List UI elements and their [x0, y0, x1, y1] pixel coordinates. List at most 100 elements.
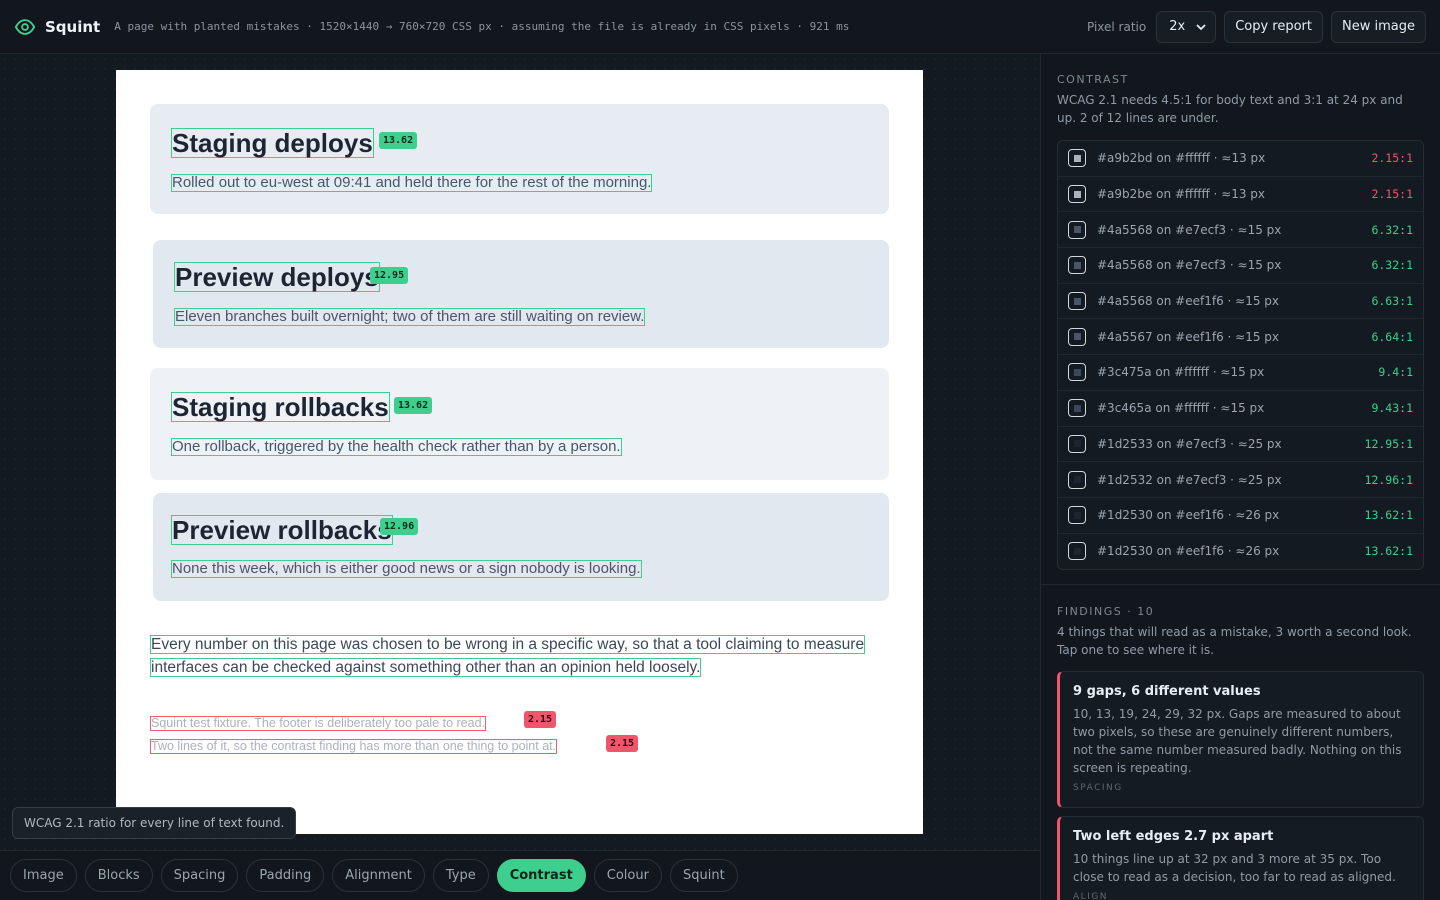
eye-icon [14, 18, 36, 35]
contrast-badge[interactable]: 13.62 [394, 397, 433, 414]
contrast-row-label: #3c465a on #ffffff · ≈15 px [1097, 401, 1265, 416]
tab-colour[interactable]: Colour [593, 859, 662, 892]
findings-description: 4 things that will read as a mistake, 3 … [1057, 625, 1412, 657]
card-body[interactable]: None this week, which is either good new… [171, 560, 642, 578]
top-bar: Squint A page with planted mistakes · 15… [0, 0, 1440, 54]
contrast-badge[interactable]: 12.96 [380, 518, 419, 535]
contrast-row[interactable]: #3c465a on #ffffff · ≈15 px 9.43:1 [1058, 391, 1423, 427]
footer-line[interactable]: Squint test fixture. The footer is delib… [150, 716, 486, 731]
card-body[interactable]: One rollback, triggered by the health ch… [171, 438, 622, 456]
findings-title: FINDINGS · 10 [1057, 605, 1155, 618]
contrast-row-value: 2.15:1 [1371, 151, 1413, 166]
report-panel[interactable]: CONTRAST WCAG 2.1 needs 4.5:1 for body t… [1040, 54, 1440, 900]
swatch-color [1073, 190, 1081, 198]
swatch-color [1073, 476, 1081, 484]
swatch-icon [1068, 220, 1086, 239]
contrast-row-value: 9.43:1 [1371, 401, 1413, 416]
tab-squint[interactable]: Squint [669, 859, 738, 892]
swatch-icon [1068, 185, 1086, 204]
card [150, 104, 889, 214]
tab-spacing[interactable]: Spacing [160, 859, 239, 892]
contrast-row[interactable]: #4a5568 on #eef1f6 · ≈15 px 6.63:1 [1058, 284, 1423, 320]
tab-alignment[interactable]: Alignment [332, 859, 425, 892]
contrast-row-value: 12.95:1 [1364, 436, 1413, 451]
finding-card[interactable]: Two left edges 2.7 px apart 10 things li… [1057, 816, 1424, 900]
contrast-row[interactable]: #1d2530 on #eef1f6 · ≈26 px 13.62:1 [1058, 498, 1423, 534]
logo: Squint [14, 16, 100, 38]
swatch-icon [1068, 399, 1086, 418]
contrast-row[interactable]: #4a5567 on #eef1f6 · ≈15 px 6.64:1 [1058, 319, 1423, 356]
tab-type[interactable]: Type [432, 859, 489, 892]
contrast-title: CONTRAST [1057, 73, 1129, 86]
swatch-color [1073, 226, 1081, 234]
swatch-icon [1068, 470, 1086, 489]
mode-tabs: Image Blocks Spacing Padding Alignment T… [0, 850, 1040, 900]
finding-body: 10 things line up at 32 px and 3 more at… [1073, 852, 1396, 884]
chevron-down-icon [1196, 23, 1206, 30]
contrast-row[interactable]: #4a5568 on #e7ecf3 · ≈15 px 6.32:1 [1058, 248, 1423, 284]
image-info: A page with planted mistakes · 1520×1440… [114, 20, 850, 33]
contrast-row[interactable]: #4a5568 on #e7ecf3 · ≈15 px 6.32:1 [1058, 212, 1423, 249]
tab-blocks[interactable]: Blocks [84, 859, 153, 892]
tab-image[interactable]: Image [10, 859, 77, 892]
swatch-icon [1068, 256, 1086, 275]
contrast-row-value: 9.4:1 [1378, 365, 1413, 380]
card-heading[interactable]: Staging deploys [171, 128, 374, 158]
tooltip: WCAG 2.1 ratio for every line of text fo… [12, 807, 297, 839]
contrast-row[interactable]: #a9b2be on #ffffff · ≈13 px 2.15:1 [1058, 177, 1423, 213]
contrast-row[interactable]: #1d2532 on #e7ecf3 · ≈25 px 12.96:1 [1058, 462, 1423, 498]
footer-line[interactable]: Two lines of it, so the contrast finding… [150, 739, 558, 754]
contrast-row-label: #a9b2be on #ffffff · ≈13 px [1097, 187, 1266, 202]
contrast-row-label: #4a5567 on #eef1f6 · ≈15 px [1097, 329, 1279, 344]
contrast-row-value: 6.64:1 [1371, 329, 1413, 344]
swatch-color [1073, 547, 1081, 555]
contrast-row[interactable]: #3c475a on #ffffff · ≈15 px 9.4:1 [1058, 355, 1423, 391]
contrast-description: WCAG 2.1 needs 4.5:1 for body text and 3… [1057, 93, 1403, 125]
swatch-color [1073, 261, 1081, 269]
contrast-badge-failing[interactable]: 2.15 [524, 711, 557, 728]
swatch-icon [1068, 292, 1086, 311]
finding-title: 9 gaps, 6 different values [1073, 684, 1261, 699]
card-body[interactable]: Rolled out to eu-west at 09:41 and held … [171, 174, 653, 192]
tab-contrast[interactable]: Contrast [496, 859, 586, 892]
contrast-row[interactable]: #1d2530 on #eef1f6 · ≈26 px 13.62:1 [1058, 534, 1423, 570]
panel-divider [1041, 584, 1440, 585]
contrast-badge[interactable]: 12.95 [370, 267, 409, 284]
contrast-row[interactable]: #1d2533 on #e7ecf3 · ≈25 px 12.95:1 [1058, 427, 1423, 463]
copy-report-button[interactable]: Copy report [1224, 10, 1324, 43]
swatch-color [1073, 297, 1081, 305]
canvas-area[interactable]: Staging deploys 13.62 Rolled out to eu-w… [0, 54, 1040, 850]
contrast-row-value: 13.62:1 [1364, 544, 1413, 559]
pixel-ratio-value: 2x [1169, 19, 1186, 34]
contrast-row-value: 13.62:1 [1364, 508, 1413, 523]
card-heading[interactable]: Preview deploys [174, 262, 380, 292]
contrast-row-value: 6.32:1 [1371, 258, 1413, 273]
contrast-row-value: 2.15:1 [1371, 187, 1413, 202]
card [150, 368, 889, 480]
contrast-row-value: 12.96:1 [1364, 472, 1413, 487]
finding-card[interactable]: 9 gaps, 6 different values 10, 13, 19, 2… [1057, 671, 1424, 808]
contrast-badge-failing[interactable]: 2.15 [606, 735, 639, 752]
paragraph-line[interactable]: Every number on this page was chosen to … [150, 635, 866, 654]
contrast-badge[interactable]: 13.62 [379, 132, 418, 149]
swatch-color [1073, 368, 1081, 376]
finding-tag: SPACING [1073, 783, 1123, 793]
contrast-row-value: 6.32:1 [1371, 222, 1413, 237]
pixel-ratio-select[interactable]: 2x [1156, 10, 1217, 43]
swatch-icon [1068, 506, 1086, 525]
card-heading[interactable]: Preview rollbacks [171, 515, 393, 545]
contrast-row[interactable]: #a9b2bd on #ffffff · ≈13 px 2.15:1 [1058, 141, 1423, 177]
contrast-row-label: #1d2532 on #e7ecf3 · ≈25 px [1097, 472, 1282, 487]
finding-title: Two left edges 2.7 px apart [1073, 829, 1274, 844]
contrast-row-label: #1d2530 on #eef1f6 · ≈26 px [1097, 544, 1280, 559]
paragraph-line[interactable]: interfaces can be checked against someth… [150, 658, 702, 677]
card-body[interactable]: Eleven branches built overnight; two of … [174, 308, 646, 326]
new-image-button[interactable]: New image [1331, 10, 1426, 43]
card-heading[interactable]: Staging rollbacks [171, 392, 390, 422]
swatch-color [1073, 333, 1081, 341]
contrast-list: #a9b2bd on #ffffff · ≈13 px 2.15:1 #a9b2… [1057, 140, 1424, 571]
contrast-row-label: #4a5568 on #eef1f6 · ≈15 px [1097, 294, 1279, 309]
contrast-row-label: #a9b2bd on #ffffff · ≈13 px [1097, 151, 1266, 166]
tab-padding[interactable]: Padding [246, 859, 325, 892]
pixel-ratio-label: Pixel ratio [1086, 19, 1147, 34]
